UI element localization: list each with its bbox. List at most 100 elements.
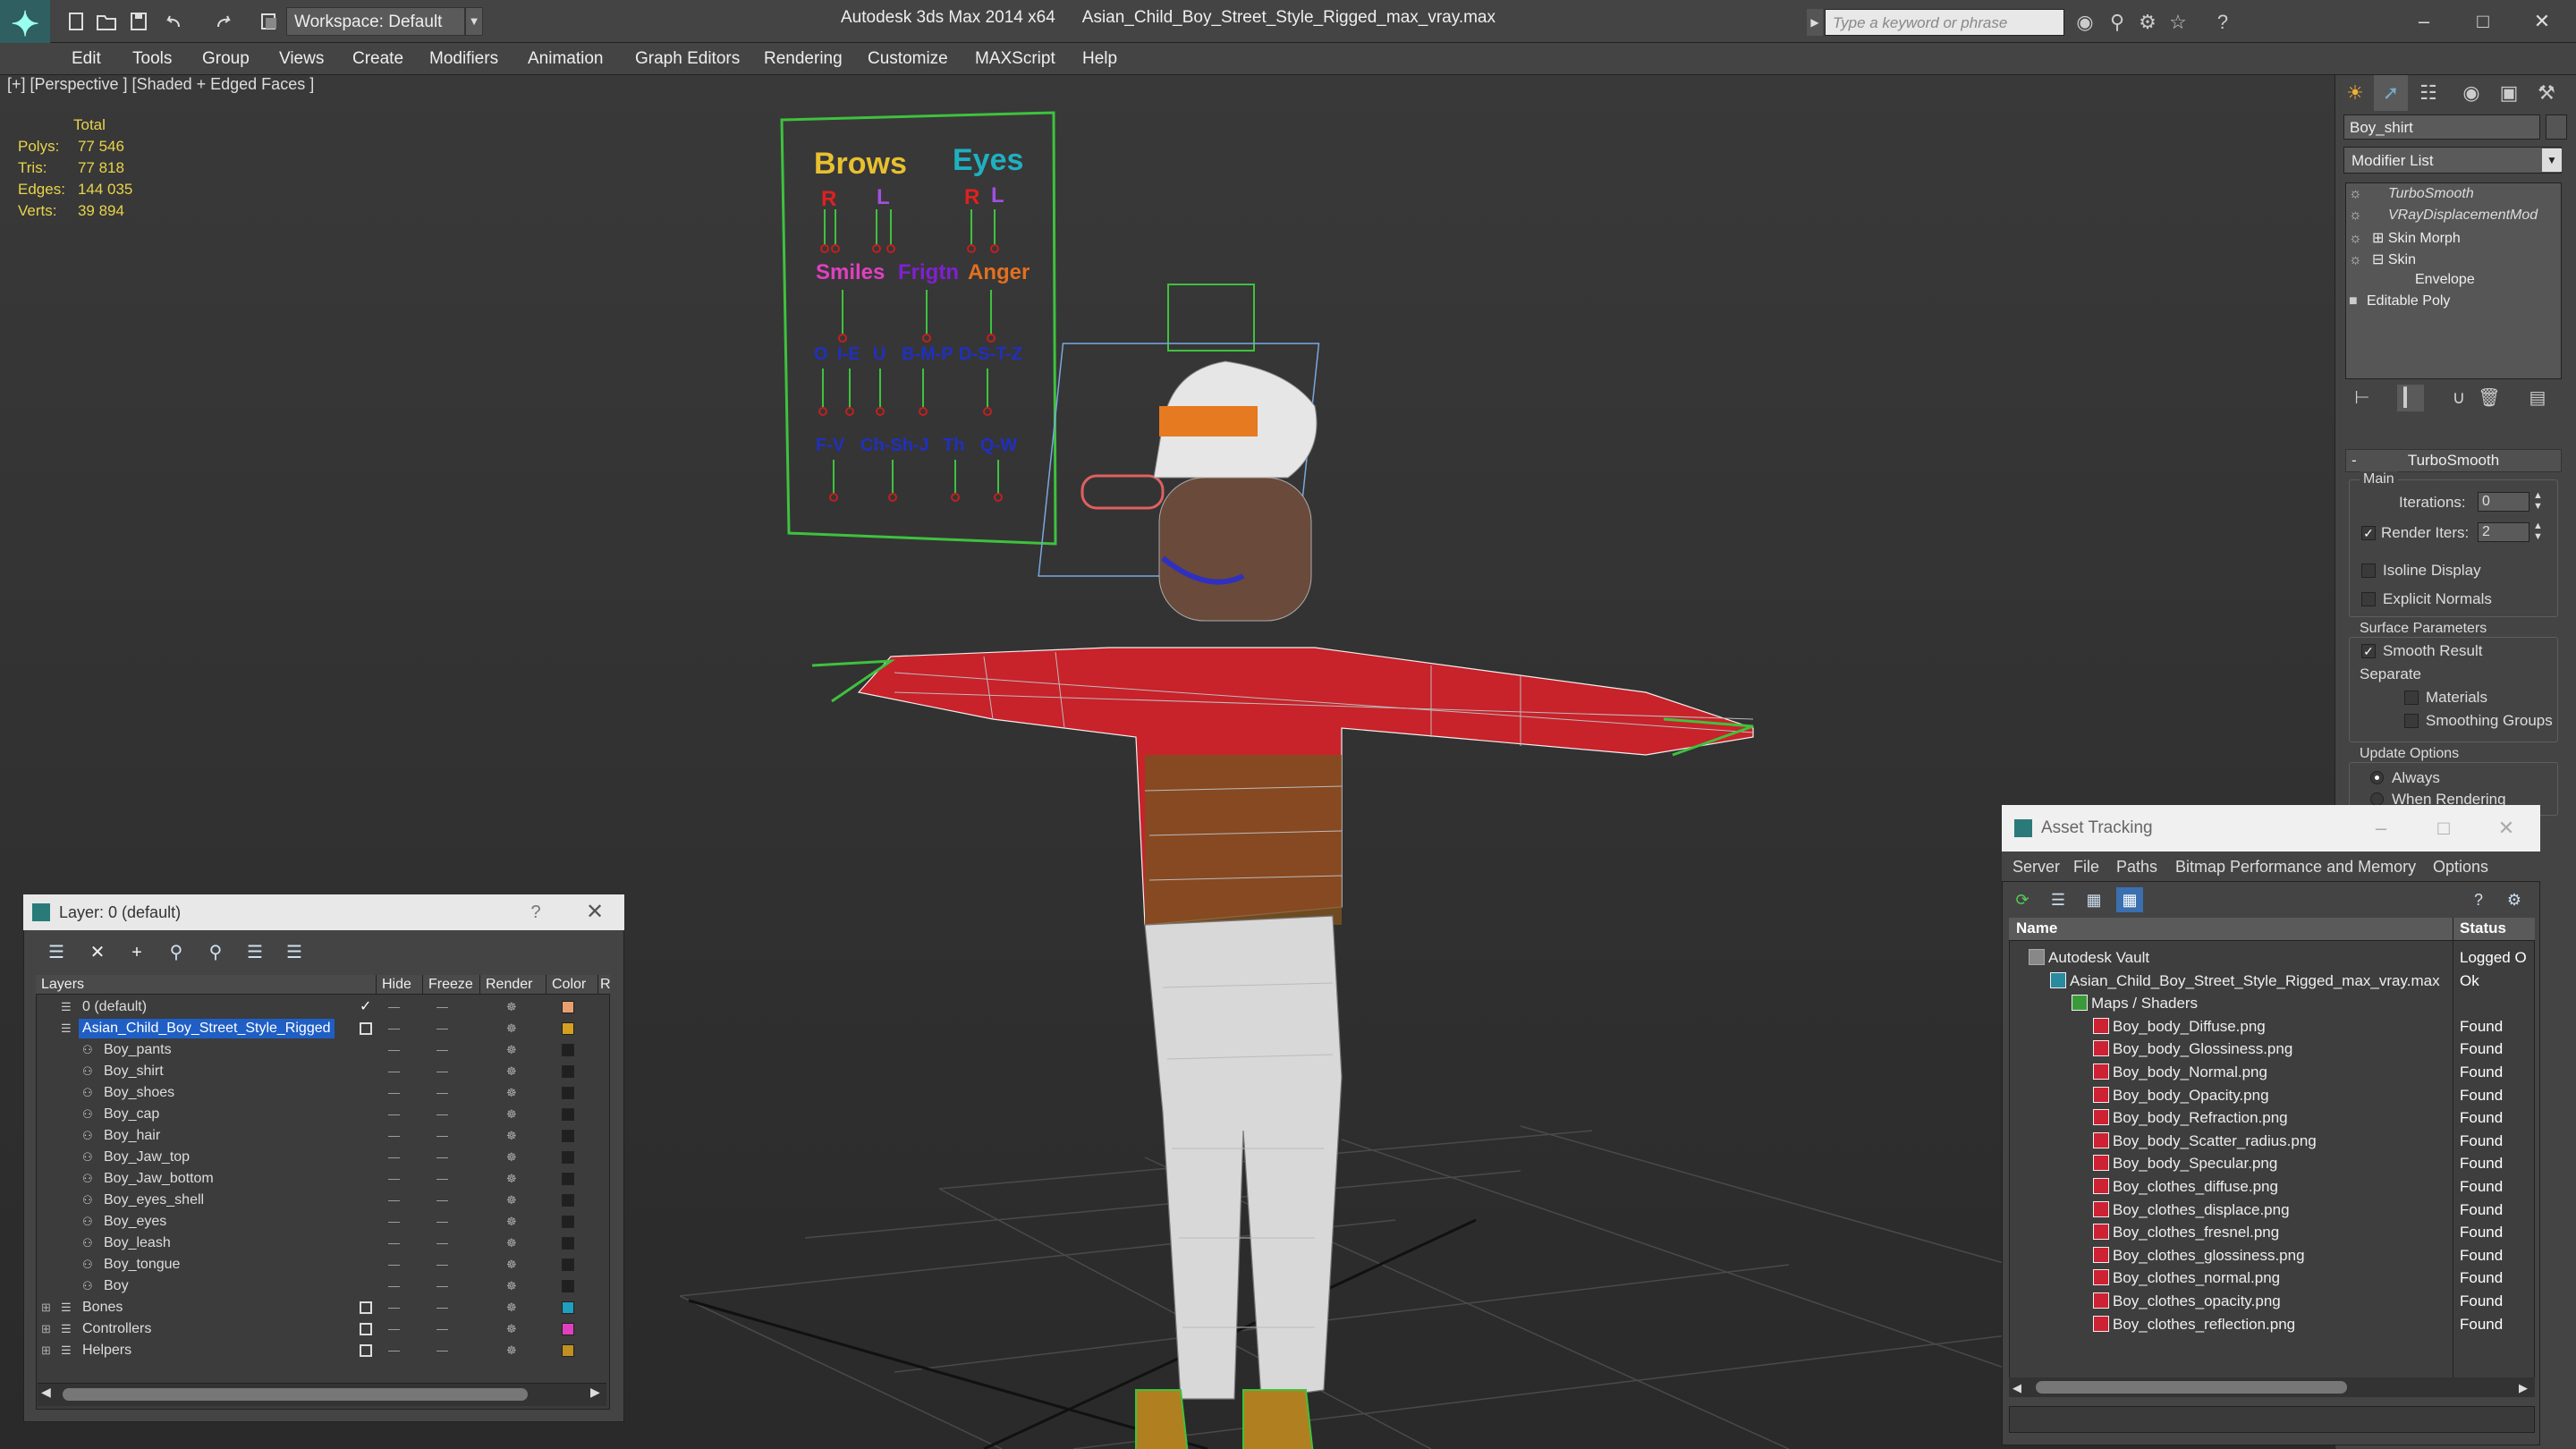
subscription-icon[interactable]: ⚙ xyxy=(2134,9,2161,36)
expand-plus-icon[interactable]: ⊞ xyxy=(41,1318,51,1340)
asset-row[interactable]: Boy_clothes_glossiness.png Found xyxy=(2011,1244,2533,1267)
stack-item-editable-poly[interactable]: ■ Editable Poly xyxy=(2349,293,2450,315)
menu-animation[interactable]: Animation xyxy=(515,43,616,75)
lightbulb-icon[interactable]: ☼ xyxy=(2349,208,2367,224)
hierarchy-tab-icon[interactable]: ☷ xyxy=(2411,75,2445,111)
teapot-render-icon[interactable]: ☸ xyxy=(506,1233,517,1254)
layer-row[interactable]: ⚇ Boy_eyes — — ☸ xyxy=(38,1211,606,1233)
hide-toggle[interactable]: — xyxy=(388,1082,400,1104)
smoothing-groups-checkbox[interactable] xyxy=(2404,714,2419,728)
maximize-icon[interactable]: □ xyxy=(2456,4,2510,39)
close-icon[interactable]: ✕ xyxy=(2481,805,2531,852)
new-file-icon[interactable] xyxy=(63,9,89,34)
layer-row[interactable]: ⚇ Boy_cap — — ☸ xyxy=(38,1104,606,1125)
layer-row[interactable]: ⚇ Boy_shirt — — ☸ xyxy=(38,1061,606,1082)
undo-icon[interactable] xyxy=(159,9,186,34)
layer-color-swatch[interactable] xyxy=(562,1151,574,1164)
teapot-render-icon[interactable]: ☸ xyxy=(506,1061,517,1082)
hide-toggle[interactable]: — xyxy=(388,996,400,1018)
explicit-normals-checkbox[interactable] xyxy=(2361,592,2376,606)
layer-name[interactable]: Asian_Child_Boy_Street_Style_Rigged xyxy=(79,1019,335,1038)
menu-tools[interactable]: Tools xyxy=(120,43,184,75)
hide-toggle[interactable]: — xyxy=(388,1211,400,1233)
spinner-arrows-icon[interactable]: ▲ ▼ xyxy=(2533,490,2543,512)
layer-row[interactable]: ⚇ Boy_pants — — ☸ xyxy=(38,1039,606,1061)
show-end-result-icon[interactable]: ▎ xyxy=(2397,385,2424,411)
layer-name[interactable]: Boy_Jaw_top xyxy=(100,1148,193,1167)
lightbulb-icon[interactable]: ☼ xyxy=(2349,252,2367,268)
freeze-all-icon[interactable]: ☰ xyxy=(279,937,309,968)
freeze-toggle[interactable]: — xyxy=(436,1233,448,1254)
stack-item-skin[interactable]: ☼ ⊟ Skin xyxy=(2349,250,2416,272)
hide-toggle[interactable]: — xyxy=(388,1018,400,1039)
when-rendering-radio[interactable] xyxy=(2370,792,2384,806)
hide-toggle[interactable]: — xyxy=(388,1125,400,1147)
layer-name[interactable]: Boy_Jaw_bottom xyxy=(100,1169,217,1189)
freeze-toggle[interactable]: — xyxy=(436,1254,448,1275)
chevron-down-icon[interactable]: ▼ xyxy=(2542,148,2562,172)
set-current-checkbox[interactable] xyxy=(360,1323,372,1335)
help-icon[interactable]: ? xyxy=(522,894,549,930)
vault-settings-icon[interactable]: ⚙ xyxy=(2501,887,2528,912)
help-icon[interactable]: ? xyxy=(2209,9,2236,36)
layer-row[interactable]: ⊞ ☰ Controllers — — ☸ xyxy=(38,1318,606,1340)
vault-help-icon[interactable]: ? xyxy=(2465,887,2492,912)
teapot-render-icon[interactable]: ☸ xyxy=(506,1254,517,1275)
maximize-icon[interactable]: □ xyxy=(2419,805,2469,852)
layer-color-swatch[interactable] xyxy=(562,1001,574,1013)
motion-tab-icon[interactable]: ◉ xyxy=(2454,75,2488,111)
scroll-left-icon[interactable]: ◀ xyxy=(41,1385,51,1400)
teapot-render-icon[interactable]: ☸ xyxy=(506,1297,517,1318)
teapot-render-icon[interactable]: ☸ xyxy=(506,1147,517,1168)
layer-row[interactable]: ⚇ Boy_hair — — ☸ xyxy=(38,1125,606,1147)
binoculars-icon[interactable]: ◉ xyxy=(2072,9,2098,36)
close-icon[interactable]: ✕ xyxy=(2515,4,2569,39)
list-view-icon[interactable]: ☰ xyxy=(2045,887,2072,912)
column-freeze[interactable]: Freeze xyxy=(422,975,479,995)
column-color[interactable]: Color xyxy=(546,975,597,995)
create-layer-icon[interactable]: ☰ xyxy=(41,937,72,968)
layer-name[interactable]: Boy_cap xyxy=(100,1105,163,1124)
column-hide[interactable]: Hide xyxy=(376,975,422,995)
lightbulb-icon[interactable]: ☼ xyxy=(2349,186,2367,202)
make-unique-icon[interactable]: ∪ xyxy=(2445,385,2472,411)
layer-color-swatch[interactable] xyxy=(562,1065,574,1078)
asset-row[interactable]: Boy_clothes_diffuse.png Found xyxy=(2011,1175,2533,1198)
select-objects-icon[interactable]: ⚲ xyxy=(161,937,191,968)
scroll-right-icon[interactable]: ▶ xyxy=(2519,1381,2528,1395)
save-file-icon[interactable] xyxy=(125,9,152,34)
menu-group[interactable]: Group xyxy=(190,43,262,75)
freeze-toggle[interactable]: — xyxy=(436,1275,448,1297)
render-iters-checkbox[interactable]: ✓ xyxy=(2361,526,2376,540)
layer-name[interactable]: Boy_tongue xyxy=(100,1255,183,1275)
chevron-down-icon[interactable]: ▼ xyxy=(465,7,483,36)
workspace-select[interactable]: Workspace: Default xyxy=(286,7,465,36)
asset-row[interactable]: Boy_clothes_opacity.png Found xyxy=(2011,1290,2533,1312)
asset-row[interactable]: Boy_body_Diffuse.png Found xyxy=(2011,1015,2533,1038)
stack-item-vraydisplacementmod[interactable]: ☼ VRayDisplacementMod xyxy=(2349,208,2538,229)
close-icon[interactable]: ✕ xyxy=(581,894,608,930)
minimize-icon[interactable]: – xyxy=(2397,4,2451,39)
isoline-display-checkbox[interactable] xyxy=(2361,564,2376,578)
asset-row[interactable]: Boy_clothes_displace.png Found xyxy=(2011,1199,2533,1221)
jaw-control[interactable] xyxy=(1080,474,1165,510)
turbosmooth-rollout-header[interactable]: - TurboSmooth xyxy=(2345,449,2562,472)
column-status[interactable]: Status xyxy=(2460,919,2506,937)
layer-name[interactable]: Boy_pants xyxy=(100,1040,175,1060)
stack-item-envelope[interactable]: Envelope xyxy=(2415,272,2475,293)
pin-stack-icon[interactable]: ⊢ xyxy=(2349,385,2376,411)
layer-row[interactable]: ⚇ Boy_shoes — — ☸ xyxy=(38,1082,606,1104)
layer-row[interactable]: ☰ 0 (default) ✓ — — ☸ xyxy=(38,996,606,1018)
facial-control-board[interactable]: Brows Eyes R L R L Smiles Frigtn Anger O… xyxy=(780,111,1057,546)
freeze-toggle[interactable]: — xyxy=(436,1211,448,1233)
hide-toggle[interactable]: — xyxy=(388,1340,400,1361)
hide-toggle[interactable]: — xyxy=(388,1039,400,1061)
asset-row[interactable]: Boy_clothes_reflection.png Found xyxy=(2011,1313,2533,1335)
materials-checkbox[interactable] xyxy=(2404,691,2419,705)
layer-color-swatch[interactable] xyxy=(562,1173,574,1185)
layer-row[interactable]: ⚇ Boy_leash — — ☸ xyxy=(38,1233,606,1254)
column-radiosity[interactable]: R xyxy=(597,975,611,995)
layer-color-swatch[interactable] xyxy=(562,1344,574,1357)
layer-row[interactable]: ⚇ Boy_tongue — — ☸ xyxy=(38,1254,606,1275)
hide-toggle[interactable]: — xyxy=(388,1254,400,1275)
